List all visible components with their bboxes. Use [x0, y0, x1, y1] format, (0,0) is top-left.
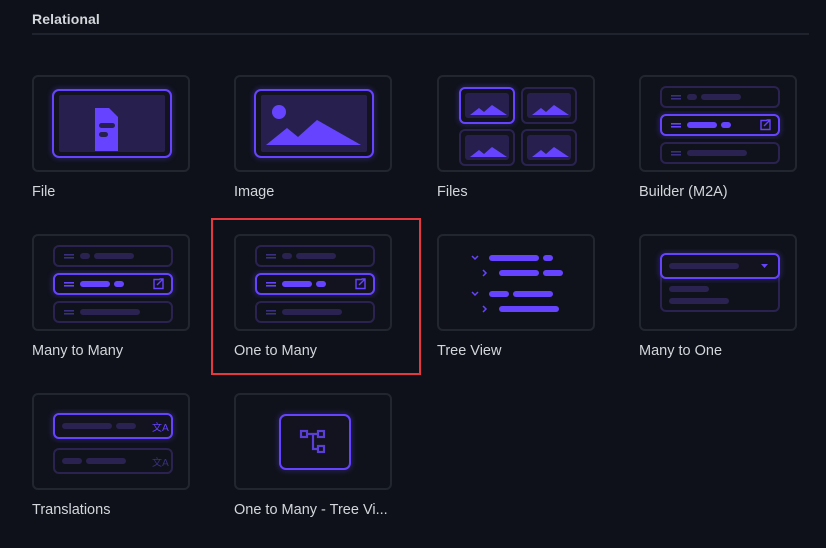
interface-label: One to Many - Tree Vi...: [234, 502, 388, 518]
interface-label: Image: [234, 184, 275, 200]
builder-list-icon: [659, 86, 781, 164]
translate-icon: 文A 文A: [52, 412, 174, 474]
interface-card-tree-view[interactable]: Tree View: [437, 234, 639, 379]
interface-preview: [32, 75, 190, 172]
interface-label: Builder (M2A): [639, 184, 728, 200]
tree-view-icon: [471, 255, 563, 313]
files-grid-icon: [458, 86, 577, 166]
interface-preview: 文A 文A: [32, 393, 190, 490]
interface-preview: [437, 75, 595, 172]
interface-preview: [639, 234, 797, 331]
interface-preview: [437, 234, 595, 331]
interface-card-translations[interactable]: 文A 文A Translations: [32, 393, 234, 538]
interface-label: Many to One: [639, 343, 723, 359]
interface-label: One to Many: [234, 343, 318, 359]
interface-preview: [234, 75, 392, 172]
svg-text:文A: 文A: [152, 421, 169, 434]
interface-label: Many to Many: [32, 343, 124, 359]
interface-preview: [639, 75, 797, 172]
interface-card-many-to-many[interactable]: Many to Many: [32, 234, 234, 379]
interface-card-one-to-many-tree-view[interactable]: One to Many - Tree Vi...: [234, 393, 436, 538]
hierarchy-icon: [278, 413, 352, 471]
interface-preview: [32, 234, 190, 331]
interface-card-files[interactable]: Files: [437, 75, 639, 220]
section-title: Relational: [32, 11, 100, 27]
interface-card-image[interactable]: Image: [234, 75, 436, 220]
interface-preview: [234, 393, 392, 490]
svg-text:文A: 文A: [152, 456, 169, 469]
image-icon: [253, 88, 375, 159]
interface-label: Translations: [32, 502, 111, 518]
file-icon: [51, 88, 173, 159]
interface-label: Files: [437, 184, 468, 200]
interface-card-one-to-many[interactable]: One to Many: [234, 234, 436, 379]
one-to-many-list-icon: [254, 245, 376, 323]
interface-card-file[interactable]: File: [32, 75, 234, 220]
many-to-many-list-icon: [52, 245, 174, 323]
dropdown-select-icon: [659, 252, 781, 312]
interface-label: File: [32, 184, 56, 200]
interface-card-many-to-one[interactable]: Many to One: [639, 234, 826, 379]
interface-preview: [234, 234, 392, 331]
interface-card-builder-m2a[interactable]: Builder (M2A): [639, 75, 826, 220]
interface-label: Tree View: [437, 343, 502, 359]
section-divider: [32, 33, 809, 35]
